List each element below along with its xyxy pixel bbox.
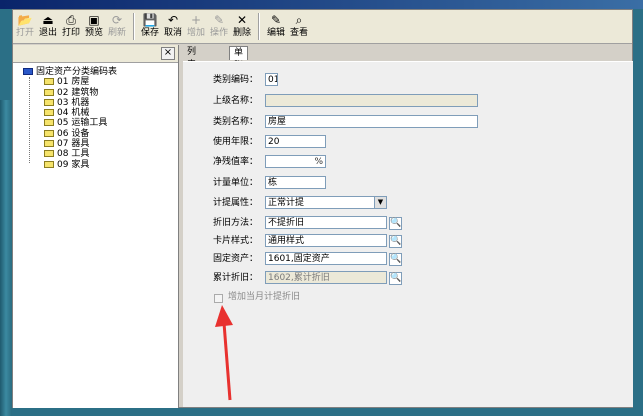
chevron-down-icon[interactable]: ▼ bbox=[374, 197, 386, 208]
toolbar-exit-button[interactable]: ⏏ 退出 bbox=[37, 12, 59, 42]
depreciation-method-field[interactable]: 不提折旧 bbox=[265, 216, 387, 229]
search-icon[interactable]: 🔍 bbox=[389, 235, 402, 248]
refresh-icon: ⟳ bbox=[111, 13, 123, 27]
edit-icon: ✎ bbox=[270, 13, 282, 27]
toolbar-edit-button[interactable]: ✎ 编辑 bbox=[265, 12, 287, 42]
tree-root[interactable]: 固定资产分类编码表 bbox=[23, 67, 117, 77]
folder-icon bbox=[44, 150, 54, 158]
folder-icon bbox=[44, 140, 54, 148]
depreciation-attribute-select[interactable]: 正常计提 ▼ bbox=[265, 196, 387, 209]
tree-item[interactable]: 07 器具 bbox=[23, 139, 117, 149]
open-folder-icon: 📂 bbox=[17, 13, 33, 27]
useful-life-field[interactable]: 20 bbox=[265, 135, 326, 148]
tree-item[interactable]: 01 房屋 bbox=[23, 77, 117, 87]
exit-icon: ⏏ bbox=[42, 13, 54, 27]
tree-item[interactable]: 02 建筑物 bbox=[23, 88, 117, 98]
tree-pane-header: × bbox=[13, 45, 178, 63]
residual-rate-field[interactable]: % bbox=[265, 155, 326, 168]
fixed-asset-account-field[interactable]: 1601,固定资产 bbox=[265, 252, 387, 265]
toolbar-view-button[interactable]: ⌕ 查看 bbox=[288, 12, 310, 42]
close-icon[interactable]: × bbox=[161, 47, 175, 60]
operate-icon: ✎ bbox=[213, 13, 225, 27]
toolbar-preview-button[interactable]: ▣ 预览 bbox=[83, 12, 105, 42]
toolbar-cancel-button[interactable]: ↶ 取消 bbox=[162, 12, 184, 42]
toolbar-add-button[interactable]: + 增加 bbox=[185, 12, 207, 42]
search-icon[interactable]: 🔍 bbox=[389, 253, 402, 266]
toolbar-operate-button[interactable]: ✎ 操作 bbox=[208, 12, 230, 42]
folder-icon bbox=[44, 78, 54, 86]
parent-name-field[interactable] bbox=[265, 94, 478, 107]
folder-icon bbox=[44, 160, 54, 168]
category-name-field[interactable]: 房屋 bbox=[265, 115, 478, 128]
folder-icon bbox=[44, 129, 54, 137]
toolbar-separator bbox=[133, 13, 135, 40]
folder-icon bbox=[44, 109, 54, 117]
add-icon: + bbox=[190, 13, 202, 27]
tree-item[interactable]: 09 家具 bbox=[23, 160, 117, 170]
folder-icon bbox=[44, 98, 54, 106]
category-code-field[interactable]: 01 bbox=[265, 73, 278, 86]
preview-icon: ▣ bbox=[88, 13, 100, 27]
toolbar-refresh-button[interactable]: ⟳ 刷新 bbox=[106, 12, 128, 42]
card-style-field[interactable]: 通用样式 bbox=[265, 234, 387, 247]
search-icon[interactable]: 🔍 bbox=[389, 217, 402, 230]
title-bar bbox=[0, 0, 643, 9]
printer-icon: ⎙ bbox=[66, 13, 76, 27]
folder-icon bbox=[44, 119, 54, 127]
category-tree-pane: × 固定资产分类编码表 01 房屋 02 建筑物 03 机器 04 机械 05 … bbox=[13, 45, 179, 408]
delete-icon: ✕ bbox=[236, 13, 248, 27]
tab-list-view[interactable]: 列表视图 bbox=[183, 46, 200, 96]
folder-icon bbox=[44, 88, 54, 96]
toolbar-separator bbox=[258, 13, 260, 40]
toolbar: 📂 打开 ⏏ 退出 ⎙ 打印 ▣ 预览 ⟳ 刷新 💾 保存 ↶ 取消 + 增加 … bbox=[13, 10, 632, 44]
percent-unit: % bbox=[314, 157, 323, 167]
folder-icon bbox=[23, 68, 33, 75]
tree-item[interactable]: 05 运输工具 bbox=[23, 118, 117, 128]
accumulated-depreciation-field[interactable]: 1602,累计折旧 bbox=[265, 271, 387, 284]
tree-item[interactable]: 08 工具 bbox=[23, 149, 117, 159]
unit-field[interactable]: 栋 bbox=[265, 176, 326, 189]
view-icon: ⌕ bbox=[295, 13, 303, 27]
tab-single-view[interactable]: 单张视图 bbox=[229, 46, 249, 97]
tree-item[interactable]: 06 设备 bbox=[23, 129, 117, 139]
tree-item[interactable]: 04 机械 bbox=[23, 108, 117, 118]
toolbar-delete-button[interactable]: ✕ 删除 bbox=[231, 12, 253, 42]
search-icon[interactable]: 🔍 bbox=[389, 272, 402, 285]
app-window: 📂 打开 ⏏ 退出 ⎙ 打印 ▣ 预览 ⟳ 刷新 💾 保存 ↶ 取消 + 增加 … bbox=[12, 9, 633, 408]
toolbar-save-button[interactable]: 💾 保存 bbox=[139, 12, 161, 42]
toolbar-open-button[interactable]: 📂 打开 bbox=[14, 12, 36, 42]
cancel-icon: ↶ bbox=[167, 13, 179, 27]
toolbar-print-button[interactable]: ⎙ 打印 bbox=[60, 12, 82, 42]
depreciate-current-month-checkbox[interactable] bbox=[214, 294, 223, 303]
tree-item[interactable]: 03 机器 bbox=[23, 98, 117, 108]
red-annotation-arrow bbox=[215, 305, 233, 401]
save-icon: 💾 bbox=[142, 13, 158, 27]
category-tree: 固定资产分类编码表 01 房屋 02 建筑物 03 机器 04 机械 05 运输… bbox=[23, 67, 117, 170]
